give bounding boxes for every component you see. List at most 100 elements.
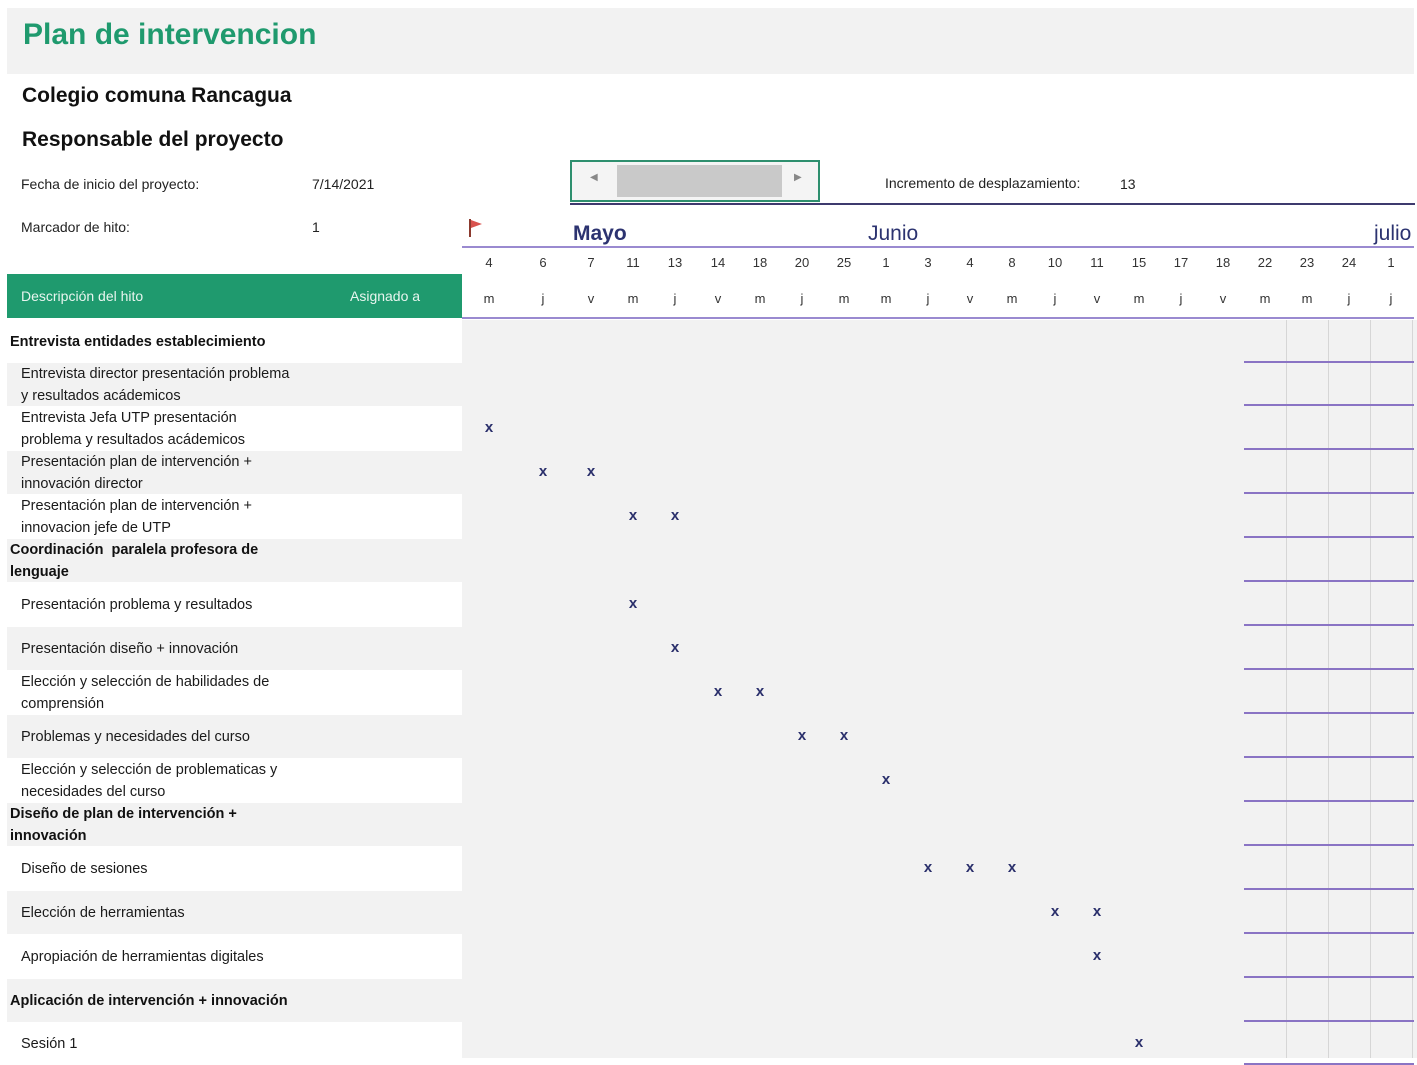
milestone-mark: x [628,507,638,524]
day-column-line [1370,320,1371,1058]
milestone-mark: x [670,639,680,656]
milestone-label: Marcador de hito: [21,219,130,235]
day-number: 22 [1257,255,1273,270]
day-number: 25 [836,255,852,270]
day-letter: v [714,291,722,306]
category-label: Diseño de plan de intervención + innovac… [10,806,237,844]
month-july: julio [1374,222,1412,245]
day-letter: m [1301,291,1313,306]
task-label: Elección y selección de problematicas y … [21,762,278,800]
category-label: Aplicación de intervención + innovación [10,993,288,1009]
row-divider-line [1244,668,1414,670]
day-number: 17 [1173,255,1189,270]
task-label: Entrevista director presentación problem… [21,366,290,404]
day-number: 18 [752,255,768,270]
flag-icon [469,219,482,237]
task-label: Presentación diseño + innovación [21,641,239,657]
day-number: 20 [794,255,810,270]
milestone-mark: x [839,727,849,744]
milestone-mark: x [1134,1034,1144,1051]
project-owner-heading: Responsable del proyecto [22,128,284,151]
day-number: 24 [1341,255,1357,270]
day-letter: j [541,291,545,306]
month-june: Junio [868,222,919,245]
day-number: 23 [1299,255,1315,270]
day-letter: m [627,291,639,306]
day-number: 8 [1008,255,1016,270]
category-label: Coordinación paralela profesora de lengu… [10,542,259,580]
header-divider [570,203,1415,205]
row-divider-line [1244,800,1414,802]
header-assigned: Asignado a [350,288,421,304]
day-number: 3 [924,255,932,270]
start-date-value[interactable]: 7/14/2021 [312,176,374,192]
day-letter: v [1219,291,1227,306]
category-label: Entrevista entidades establecimiento [10,334,266,350]
day-number: 10 [1047,255,1063,270]
milestone-mark: x [628,595,638,612]
task-label: Problemas y necesidades del curso [21,729,250,745]
task-label: Apropiación de herramientas digitales [21,949,264,965]
day-number: 15 [1131,255,1147,270]
day-letter: j [926,291,930,306]
row-divider-line [1244,580,1414,582]
milestone-mark: x [586,463,596,480]
milestone-mark: x [713,683,723,700]
task-label: Elección y selección de habilidades de c… [21,674,270,712]
gantt-grid [462,320,1417,1058]
row-divider-line [1244,448,1414,450]
task-label: Presentación problema y resultados [21,597,253,613]
day-number: 13 [667,255,683,270]
scroll-left-icon[interactable]: ◀ [590,172,598,183]
scroll-increment-label: Incremento de desplazamiento: [885,175,1081,191]
day-letter: m [1006,291,1018,306]
milestone-mark: x [538,463,548,480]
task-label: Presentación plan de intervención + inno… [21,454,252,492]
task-label: Presentación plan de intervención + inno… [21,498,252,536]
day-number: 1 [882,255,890,270]
milestone-mark: x [755,683,765,700]
task-label: Sesión 1 [21,1036,78,1052]
month-may: Mayo [573,222,627,245]
milestone-mark: x [881,771,891,788]
milestone-value[interactable]: 1 [312,219,320,235]
days-underline [462,317,1414,319]
milestone-mark: x [1092,903,1102,920]
day-number: 11 [626,255,640,270]
day-letter: m [838,291,850,306]
day-letter: j [1347,291,1351,306]
page-title: Plan de intervencion [23,18,317,51]
row-divider-line [1244,976,1414,978]
row-divider-line [1244,712,1414,714]
day-column-line [1412,320,1413,1058]
day-column-line [1328,320,1329,1058]
day-number: 1 [1387,255,1395,270]
day-letter: j [800,291,804,306]
day-letter: m [1259,291,1271,306]
scroll-thumb[interactable] [617,165,782,197]
row-divider-line [1244,756,1414,758]
task-label: Entrevista Jefa UTP presentación problem… [21,410,246,448]
header-description: Descripción del hito [21,288,144,304]
day-number: 4 [485,255,493,270]
table-header: Descripción del hito Asignado a [7,274,462,318]
day-column-line [1286,320,1287,1058]
row-divider-line [1244,844,1414,846]
task-label: Elección de herramientas [21,905,185,921]
task-label: Diseño de sesiones [21,861,148,877]
milestone-mark: x [1007,859,1017,876]
day-number: 14 [710,255,726,270]
scroll-right-icon[interactable]: ▶ [794,172,802,183]
timeline-scrollbar[interactable]: ◀ ▶ [570,160,820,202]
day-number: 4 [966,255,974,270]
scroll-increment-value[interactable]: 13 [1120,176,1136,192]
day-number: 11 [1090,255,1104,270]
month-underline [462,246,1414,248]
milestone-mark: x [670,507,680,524]
day-letter: j [1389,291,1393,306]
day-number: 7 [587,255,595,270]
row-divider-line [1244,404,1414,406]
row-divider-line [1244,624,1414,626]
row-divider-line [1244,361,1414,363]
day-letter: m [880,291,892,306]
